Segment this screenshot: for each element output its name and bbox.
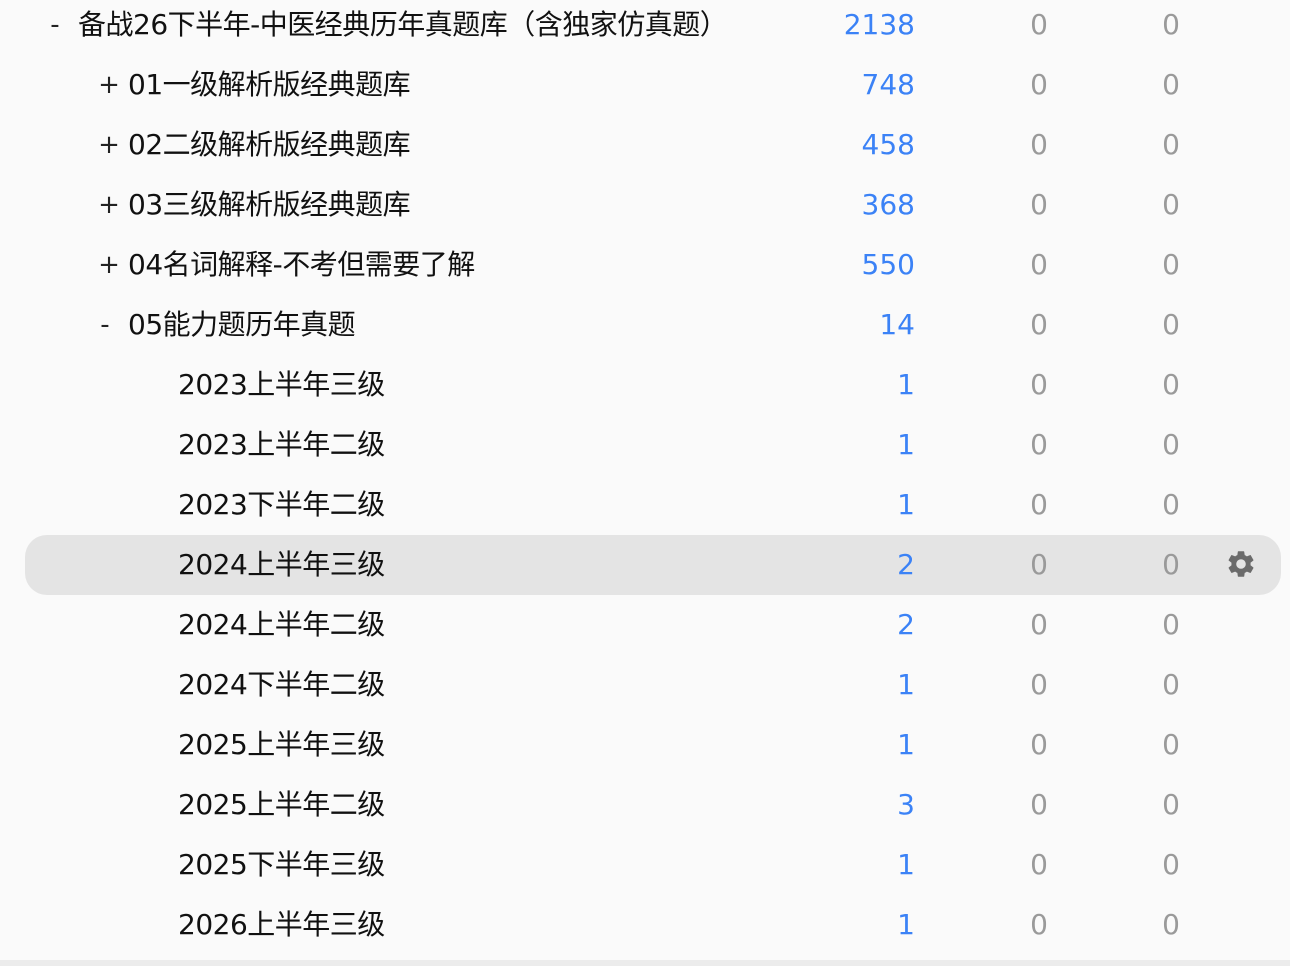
new-count: 1 — [897, 488, 915, 521]
learn-count: 0 — [1030, 908, 1048, 941]
new-count: 748 — [861, 68, 915, 101]
gear-icon[interactable] — [1225, 548, 1257, 580]
learn-count: 0 — [1030, 848, 1048, 881]
expand-toggle[interactable]: + — [97, 117, 121, 177]
new-count: 3 — [897, 788, 915, 821]
deck-row[interactable]: 2025上半年三级 1 0 0 — [25, 717, 1281, 777]
deck-list: - 备战26下半年-中医经典历年真题库（含独家仿真题） 2138 0 0 + 0… — [0, 0, 1290, 966]
expand-toggle[interactable]: + — [97, 177, 121, 237]
learn-count: 0 — [1030, 668, 1048, 701]
due-count: 0 — [1162, 668, 1180, 701]
deck-name[interactable]: 2025下半年三级 — [178, 837, 385, 897]
due-count: 0 — [1162, 68, 1180, 101]
new-count: 2138 — [843, 8, 915, 41]
new-count: 368 — [861, 188, 915, 221]
due-count: 0 — [1162, 788, 1180, 821]
new-count: 458 — [861, 128, 915, 161]
deck-name[interactable]: 03三级解析版经典题库 — [128, 177, 411, 237]
deck-row[interactable]: + 01一级解析版经典题库 748 0 0 — [25, 57, 1281, 117]
due-count: 0 — [1162, 248, 1180, 281]
due-count: 0 — [1162, 608, 1180, 641]
deck-row[interactable]: 2024下半年二级 1 0 0 — [25, 657, 1281, 717]
deck-row[interactable]: 2024上半年二级 2 0 0 — [25, 597, 1281, 657]
learn-count: 0 — [1030, 188, 1048, 221]
collapse-toggle[interactable]: - — [43, 0, 67, 57]
learn-count: 0 — [1030, 728, 1048, 761]
collapse-toggle[interactable]: - — [93, 297, 117, 357]
deck-name[interactable]: 05能力题历年真题 — [128, 297, 356, 357]
deck-name[interactable]: 2023上半年三级 — [178, 357, 385, 417]
deck-row-selected[interactable]: 2024上半年三级 2 0 0 — [25, 535, 1281, 595]
due-count: 0 — [1162, 488, 1180, 521]
new-count: 2 — [897, 548, 915, 581]
deck-name[interactable]: 备战26下半年-中医经典历年真题库（含独家仿真题） — [78, 0, 728, 57]
deck-row[interactable]: + 02二级解析版经典题库 458 0 0 — [25, 117, 1281, 177]
due-count: 0 — [1162, 308, 1180, 341]
deck-row[interactable]: 2026上半年三级 1 0 0 — [25, 897, 1281, 957]
learn-count: 0 — [1030, 788, 1048, 821]
due-count: 0 — [1162, 428, 1180, 461]
deck-name[interactable]: 02二级解析版经典题库 — [128, 117, 411, 177]
new-count: 1 — [897, 728, 915, 761]
new-count: 550 — [861, 248, 915, 281]
deck-row[interactable]: - 备战26下半年-中医经典历年真题库（含独家仿真题） 2138 0 0 — [25, 0, 1281, 57]
due-count: 0 — [1162, 728, 1180, 761]
deck-row[interactable]: 2025上半年二级 3 0 0 — [25, 777, 1281, 837]
deck-name[interactable]: 2025上半年三级 — [178, 717, 385, 777]
learn-count: 0 — [1030, 248, 1048, 281]
new-count: 2 — [897, 608, 915, 641]
due-count: 0 — [1162, 908, 1180, 941]
new-count: 1 — [897, 848, 915, 881]
due-count: 0 — [1162, 548, 1180, 581]
learn-count: 0 — [1030, 128, 1048, 161]
learn-count: 0 — [1030, 68, 1048, 101]
due-count: 0 — [1162, 848, 1180, 881]
deck-row[interactable]: 2023下半年二级 1 0 0 — [25, 477, 1281, 537]
learn-count: 0 — [1030, 368, 1048, 401]
expand-toggle[interactable]: + — [97, 237, 121, 297]
deck-row[interactable]: 2025下半年三级 1 0 0 — [25, 837, 1281, 897]
learn-count: 0 — [1030, 428, 1048, 461]
deck-name[interactable]: 2026上半年三级 — [178, 897, 385, 957]
bottom-divider — [0, 960, 1290, 966]
new-count: 1 — [897, 668, 915, 701]
deck-row[interactable]: + 03三级解析版经典题库 368 0 0 — [25, 177, 1281, 237]
due-count: 0 — [1162, 188, 1180, 221]
learn-count: 0 — [1030, 8, 1048, 41]
learn-count: 0 — [1030, 608, 1048, 641]
learn-count: 0 — [1030, 308, 1048, 341]
deck-name[interactable]: 01一级解析版经典题库 — [128, 57, 411, 117]
new-count: 1 — [897, 908, 915, 941]
new-count: 1 — [897, 368, 915, 401]
deck-name[interactable]: 2024下半年二级 — [178, 657, 385, 717]
deck-name[interactable]: 2024上半年三级 — [178, 537, 385, 597]
deck-name[interactable]: 2023上半年二级 — [178, 417, 385, 477]
learn-count: 0 — [1030, 548, 1048, 581]
learn-count: 0 — [1030, 488, 1048, 521]
due-count: 0 — [1162, 8, 1180, 41]
deck-name[interactable]: 2024上半年二级 — [178, 597, 385, 657]
deck-row[interactable]: + 04名词解释-不考但需要了解 550 0 0 — [25, 237, 1281, 297]
deck-name[interactable]: 2025上半年二级 — [178, 777, 385, 837]
new-count: 1 — [897, 428, 915, 461]
deck-name[interactable]: 04名词解释-不考但需要了解 — [128, 237, 475, 297]
deck-row[interactable]: - 05能力题历年真题 14 0 0 — [25, 297, 1281, 357]
new-count: 14 — [879, 308, 915, 341]
deck-name[interactable]: 2023下半年二级 — [178, 477, 385, 537]
deck-row[interactable]: 2023上半年三级 1 0 0 — [25, 357, 1281, 417]
due-count: 0 — [1162, 368, 1180, 401]
due-count: 0 — [1162, 128, 1180, 161]
expand-toggle[interactable]: + — [97, 57, 121, 117]
deck-row[interactable]: 2023上半年二级 1 0 0 — [25, 417, 1281, 477]
